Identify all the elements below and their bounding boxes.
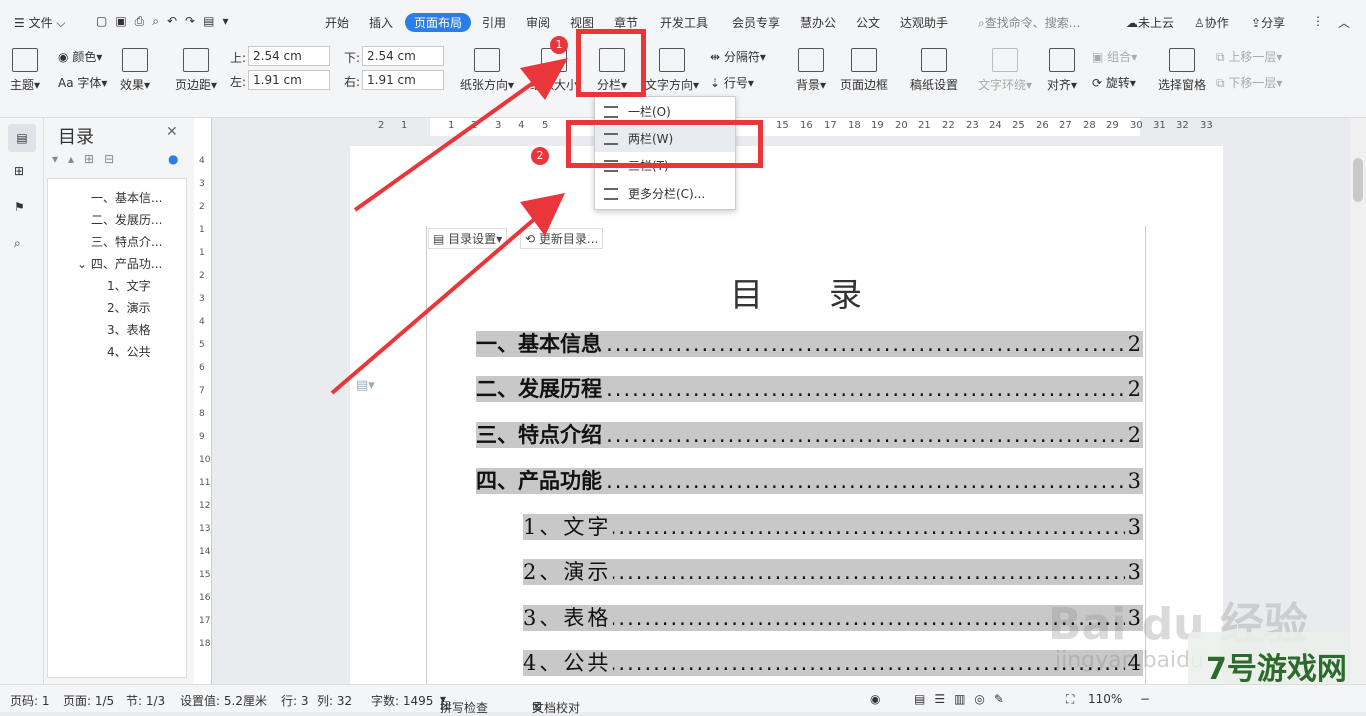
leader-dots: ........................................… xyxy=(523,606,1125,630)
leader-dots: ........................................… xyxy=(523,515,1125,539)
spell-check-label: 拼写检查 xyxy=(440,701,489,715)
arrow-2-shaft xyxy=(330,214,540,395)
toc-entry-page: 3 xyxy=(1127,515,1141,539)
step-badge-2: 2 xyxy=(531,147,549,165)
toc-entry-page: 3 xyxy=(1127,560,1141,584)
arrow-1-head xyxy=(520,58,568,100)
status-col: 列: 32 xyxy=(317,694,353,708)
step-badge-1: 1 xyxy=(550,36,568,54)
toc-entry-page: 2 xyxy=(1127,377,1141,401)
toc-entry-page: 3 xyxy=(1127,469,1141,493)
toc-entry-text: 1、文字 xyxy=(523,515,614,539)
toc-subentry[interactable]: 3、表格....................................… xyxy=(523,605,1143,631)
toc-entry-page: 3 xyxy=(1127,606,1141,630)
fit-page-icon[interactable]: ⛶ xyxy=(1066,692,1074,707)
toc-entry-page: 2 xyxy=(1127,332,1141,356)
toc-entry-page: 2 xyxy=(1127,423,1141,447)
toc-entry-text: 一、基本信息 xyxy=(476,331,604,356)
status-words[interactable]: 字数: 1495 xyxy=(371,692,433,709)
leader-dots: ........................................… xyxy=(523,560,1125,584)
toc-entry[interactable]: 四、产品功能..................................… xyxy=(476,468,1143,494)
toc-entry[interactable]: 一、基本信息..................................… xyxy=(476,331,1143,357)
toc-entry[interactable]: 三、特点介绍..................................… xyxy=(476,422,1143,448)
eye-icon[interactable]: ◉ xyxy=(870,692,880,706)
toc-entry-text: 三、特点介绍 xyxy=(476,422,604,447)
status-row: 行: 3 xyxy=(281,694,309,708)
toc-subentry[interactable]: 1、文字....................................… xyxy=(523,514,1143,540)
spell-check-button[interactable]: ☒ 拼写检查 ▾ xyxy=(440,692,488,715)
status-page-code: 页码: 1 xyxy=(10,694,50,708)
toc-entry-text: 二、发展历程 xyxy=(476,376,604,401)
arrow-2-head xyxy=(520,193,565,236)
toc-entry-text: 4、公共 xyxy=(523,651,614,675)
status-setting[interactable]: 设置值: 5.2厘米 xyxy=(180,692,267,709)
toc-entry-page: 4 xyxy=(1127,651,1141,675)
leader-dots: ........................................… xyxy=(523,651,1125,675)
status-bar: 页码: 1 页面: 1/5 节: 1/3 设置值: 5.2厘米 行: 3 列: … xyxy=(0,684,1366,715)
zoom-out-icon[interactable]: − xyxy=(1140,692,1150,706)
toc-entry-text: 四、产品功能 xyxy=(476,468,604,493)
status-pages[interactable]: 页面: 1/5 xyxy=(63,692,114,709)
toc-entry-text: 2、演示 xyxy=(523,560,614,584)
zoom-level[interactable]: 110% xyxy=(1088,692,1122,706)
toc-subentry[interactable]: 2、演示....................................… xyxy=(523,559,1143,585)
arrow-1-shaft xyxy=(353,76,542,212)
status-section: 节: 1/3 xyxy=(126,694,166,708)
toc-entry-text: 3、表格 xyxy=(523,606,614,630)
view-mode-icons[interactable]: ▤☰▥◎✎ xyxy=(914,692,1013,706)
proof-label: 文档校对 xyxy=(532,701,581,715)
toc-subentry[interactable]: 4、公共....................................… xyxy=(523,650,1143,676)
toc-entry[interactable]: 二、发展历程..................................… xyxy=(476,376,1143,402)
